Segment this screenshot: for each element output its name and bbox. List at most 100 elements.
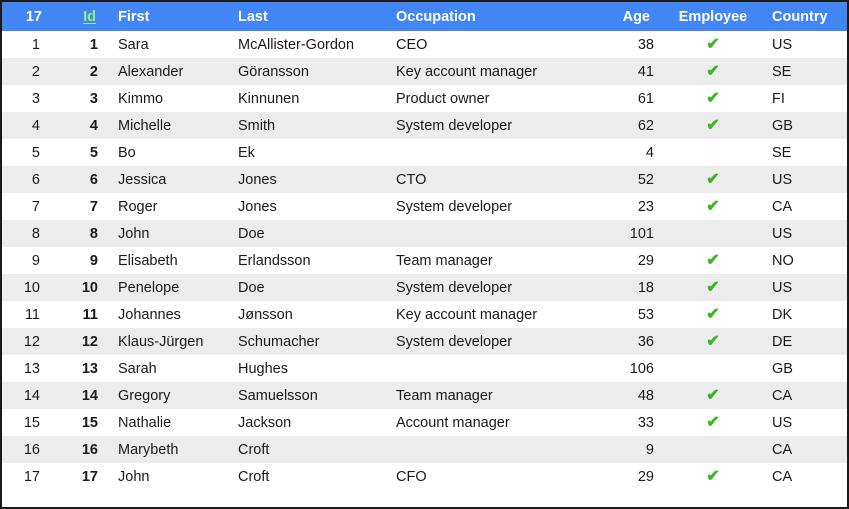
- cell-first[interactable]: John: [108, 220, 228, 247]
- cell-first[interactable]: Sarah: [108, 355, 228, 382]
- table-row[interactable]: 5 5 Bo Ek 4 SE: [2, 139, 847, 166]
- table-row[interactable]: 14 14 Gregory Samuelsson Team manager 48 ✔ CA: [2, 382, 847, 409]
- cell-age[interactable]: 29: [586, 247, 664, 274]
- cell-age[interactable]: 9: [586, 436, 664, 463]
- cell-first[interactable]: Nathalie: [108, 409, 228, 436]
- cell-last[interactable]: Hughes: [228, 355, 386, 382]
- cell-country[interactable]: US: [762, 409, 847, 436]
- cell-occupation[interactable]: Team manager: [386, 382, 586, 409]
- cell-first[interactable]: Gregory: [108, 382, 228, 409]
- cell-first[interactable]: Elisabeth: [108, 247, 228, 274]
- cell-occupation[interactable]: Key account manager: [386, 301, 586, 328]
- cell-country[interactable]: SE: [762, 139, 847, 166]
- cell-employee[interactable]: ✔: [664, 112, 762, 139]
- cell-country[interactable]: GB: [762, 112, 847, 139]
- cell-country[interactable]: FI: [762, 85, 847, 112]
- cell-id[interactable]: 13: [50, 355, 108, 382]
- cell-id[interactable]: 6: [50, 166, 108, 193]
- cell-id[interactable]: 4: [50, 112, 108, 139]
- cell-employee[interactable]: ✔: [664, 463, 762, 490]
- cell-occupation[interactable]: CFO: [386, 463, 586, 490]
- cell-country[interactable]: CA: [762, 193, 847, 220]
- cell-first[interactable]: John: [108, 463, 228, 490]
- cell-employee[interactable]: ✔: [664, 166, 762, 193]
- cell-age[interactable]: 52: [586, 166, 664, 193]
- column-header-id[interactable]: Id: [50, 2, 108, 31]
- cell-age[interactable]: 48: [586, 382, 664, 409]
- cell-occupation[interactable]: Key account manager: [386, 58, 586, 85]
- cell-first[interactable]: Sara: [108, 31, 228, 58]
- cell-country[interactable]: US: [762, 31, 847, 58]
- cell-first[interactable]: Marybeth: [108, 436, 228, 463]
- cell-country[interactable]: US: [762, 220, 847, 247]
- row-count-header[interactable]: 17: [2, 2, 50, 31]
- cell-first[interactable]: Johannes: [108, 301, 228, 328]
- cell-last[interactable]: Croft: [228, 436, 386, 463]
- column-header-occupation[interactable]: Occupation: [386, 2, 586, 31]
- cell-id[interactable]: 8: [50, 220, 108, 247]
- column-header-last[interactable]: Last: [228, 2, 386, 31]
- cell-age[interactable]: 36: [586, 328, 664, 355]
- table-row[interactable]: 15 15 Nathalie Jackson Account manager 33 ✔ US: [2, 409, 847, 436]
- cell-last[interactable]: Doe: [228, 274, 386, 301]
- cell-first[interactable]: Kimmo: [108, 85, 228, 112]
- cell-first[interactable]: Klaus-Jürgen: [108, 328, 228, 355]
- cell-employee[interactable]: [664, 355, 762, 382]
- cell-occupation[interactable]: CEO: [386, 31, 586, 58]
- cell-last[interactable]: Croft: [228, 463, 386, 490]
- table-row[interactable]: 1 1 Sara McAllister-Gordon CEO 38 ✔ US: [2, 31, 847, 58]
- cell-employee[interactable]: [664, 436, 762, 463]
- cell-id[interactable]: 15: [50, 409, 108, 436]
- cell-last[interactable]: Jackson: [228, 409, 386, 436]
- table-row[interactable]: 17 17 John Croft CFO 29 ✔ CA: [2, 463, 847, 490]
- cell-occupation[interactable]: [386, 220, 586, 247]
- table-row[interactable]: 8 8 John Doe 101 US: [2, 220, 847, 247]
- cell-employee[interactable]: ✔: [664, 85, 762, 112]
- cell-last[interactable]: Erlandsson: [228, 247, 386, 274]
- cell-id[interactable]: 2: [50, 58, 108, 85]
- cell-occupation[interactable]: Account manager: [386, 409, 586, 436]
- table-row[interactable]: 7 7 Roger Jones System developer 23 ✔ CA: [2, 193, 847, 220]
- cell-last[interactable]: Kinnunen: [228, 85, 386, 112]
- cell-age[interactable]: 33: [586, 409, 664, 436]
- cell-occupation[interactable]: [386, 139, 586, 166]
- cell-country[interactable]: CA: [762, 436, 847, 463]
- cell-age[interactable]: 106: [586, 355, 664, 382]
- cell-first[interactable]: Roger: [108, 193, 228, 220]
- cell-first[interactable]: Bo: [108, 139, 228, 166]
- cell-employee[interactable]: ✔: [664, 328, 762, 355]
- cell-last[interactable]: Smith: [228, 112, 386, 139]
- cell-id[interactable]: 16: [50, 436, 108, 463]
- sort-indicator-id[interactable]: Id: [83, 9, 96, 25]
- cell-occupation[interactable]: Team manager: [386, 247, 586, 274]
- cell-id[interactable]: 14: [50, 382, 108, 409]
- table-row[interactable]: 4 4 Michelle Smith System developer 62 ✔ GB: [2, 112, 847, 139]
- table-row[interactable]: 11 11 Johannes Jønsson Key account manager 53…: [2, 301, 847, 328]
- cell-employee[interactable]: ✔: [664, 409, 762, 436]
- cell-last[interactable]: Jønsson: [228, 301, 386, 328]
- cell-age[interactable]: 38: [586, 31, 664, 58]
- cell-occupation[interactable]: System developer: [386, 112, 586, 139]
- cell-id[interactable]: 10: [50, 274, 108, 301]
- cell-last[interactable]: McAllister-Gordon: [228, 31, 386, 58]
- cell-age[interactable]: 41: [586, 58, 664, 85]
- cell-occupation[interactable]: System developer: [386, 328, 586, 355]
- cell-last[interactable]: Samuelsson: [228, 382, 386, 409]
- table-row[interactable]: 12 12 Klaus-Jürgen Schumacher System develop…: [2, 328, 847, 355]
- cell-last[interactable]: Ek: [228, 139, 386, 166]
- column-header-country[interactable]: Country: [762, 2, 847, 31]
- cell-last[interactable]: Göransson: [228, 58, 386, 85]
- cell-country[interactable]: DE: [762, 328, 847, 355]
- cell-country[interactable]: US: [762, 274, 847, 301]
- cell-last[interactable]: Doe: [228, 220, 386, 247]
- cell-occupation[interactable]: System developer: [386, 193, 586, 220]
- cell-country[interactable]: GB: [762, 355, 847, 382]
- cell-employee[interactable]: [664, 220, 762, 247]
- cell-occupation[interactable]: System developer: [386, 274, 586, 301]
- cell-first[interactable]: Penelope: [108, 274, 228, 301]
- cell-occupation[interactable]: CTO: [386, 166, 586, 193]
- cell-occupation[interactable]: [386, 355, 586, 382]
- table-row[interactable]: 13 13 Sarah Hughes 106 GB: [2, 355, 847, 382]
- cell-age[interactable]: 29: [586, 463, 664, 490]
- cell-age[interactable]: 4: [586, 139, 664, 166]
